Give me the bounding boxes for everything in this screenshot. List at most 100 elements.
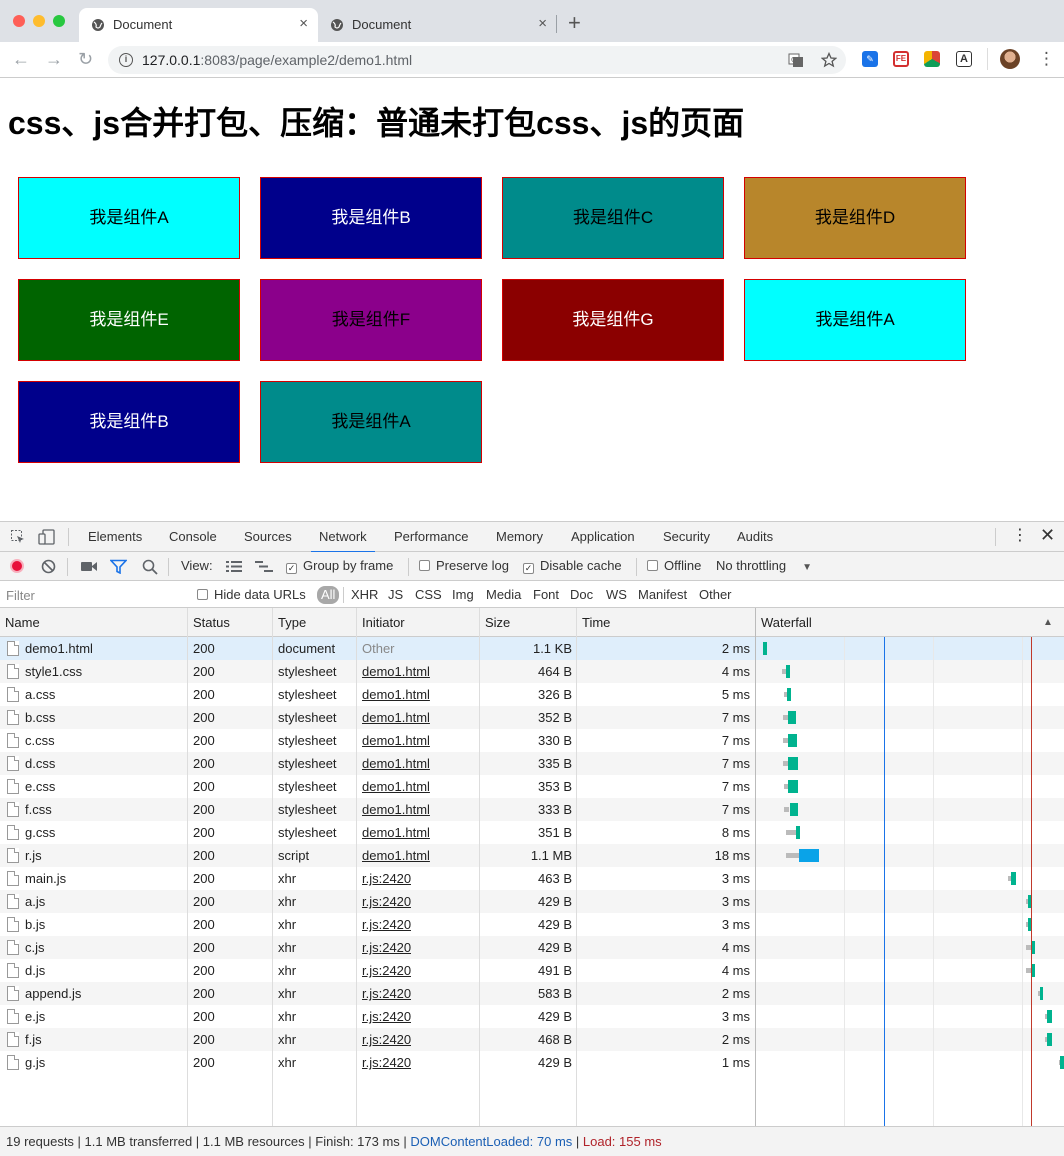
- checkbox[interactable]: ✓: [286, 563, 297, 574]
- table-row[interactable]: e.css 200 stylesheet demo1.html 353 B 7 ms: [0, 775, 1064, 798]
- record-button[interactable]: [10, 559, 24, 573]
- translate-icon[interactable]: G: [788, 52, 804, 68]
- table-row[interactable]: f.js 200 xhr r.js:2420 468 B 2 ms: [0, 1028, 1064, 1051]
- tab-sources[interactable]: Sources: [244, 522, 292, 552]
- request-name[interactable]: demo1.html: [25, 637, 185, 660]
- request-name[interactable]: b.css: [25, 706, 185, 729]
- request-initiator[interactable]: demo1.html: [362, 660, 430, 683]
- device-toolbar-icon[interactable]: [38, 529, 56, 545]
- waterfall-bar[interactable]: [1047, 1010, 1052, 1023]
- waterfall-bar[interactable]: [788, 734, 797, 747]
- column-status[interactable]: Status: [193, 608, 230, 637]
- tab-application[interactable]: Application: [571, 522, 635, 552]
- request-initiator[interactable]: r.js:2420: [362, 1028, 411, 1051]
- request-name[interactable]: f.js: [25, 1028, 185, 1051]
- waterfall-bar[interactable]: [1011, 872, 1016, 885]
- list-view-icon[interactable]: [226, 560, 242, 573]
- filter-type-doc[interactable]: Doc: [570, 587, 593, 603]
- request-initiator[interactable]: demo1.html: [362, 706, 430, 729]
- filter-input[interactable]: [4, 585, 184, 605]
- checkbox[interactable]: [647, 560, 658, 571]
- request-initiator[interactable]: r.js:2420: [362, 959, 411, 982]
- close-devtools-icon[interactable]: ✕: [1040, 526, 1055, 544]
- waterfall-bar[interactable]: [786, 665, 790, 678]
- request-name[interactable]: b.js: [25, 913, 185, 936]
- request-initiator[interactable]: r.js:2420: [362, 890, 411, 913]
- request-name[interactable]: append.js: [25, 982, 185, 1005]
- request-initiator[interactable]: r.js:2420: [362, 936, 411, 959]
- request-name[interactable]: a.css: [25, 683, 185, 706]
- table-row[interactable]: a.js 200 xhr r.js:2420 429 B 3 ms: [0, 890, 1064, 913]
- column-waterfall[interactable]: Waterfall: [761, 608, 812, 637]
- request-initiator[interactable]: demo1.html: [362, 798, 430, 821]
- waterfall-bar[interactable]: [763, 642, 767, 655]
- star-icon[interactable]: [821, 52, 837, 68]
- table-row[interactable]: d.css 200 stylesheet demo1.html 335 B 7 ms: [0, 752, 1064, 775]
- waterfall-bar[interactable]: [787, 688, 791, 701]
- table-row[interactable]: g.js 200 xhr r.js:2420 429 B 1 ms: [0, 1051, 1064, 1074]
- filter-icon[interactable]: [110, 559, 127, 574]
- browser-tab-2[interactable]: Document ×: [318, 8, 557, 42]
- request-name[interactable]: e.js: [25, 1005, 185, 1028]
- browser-tab-1[interactable]: Document ×: [79, 8, 318, 42]
- column-time[interactable]: Time: [582, 608, 610, 637]
- filter-type-other[interactable]: Other: [699, 587, 732, 603]
- column-name[interactable]: Name: [5, 608, 40, 637]
- zoom-window-button[interactable]: [53, 15, 65, 27]
- column-size[interactable]: Size: [485, 608, 510, 637]
- new-tab-button[interactable]: +: [568, 12, 581, 34]
- browser-menu-button[interactable]: ⋮: [1038, 50, 1055, 68]
- request-name[interactable]: r.js: [25, 844, 185, 867]
- video-camera-icon[interactable]: [81, 560, 98, 573]
- tab-memory[interactable]: Memory: [496, 522, 543, 552]
- inspect-icon[interactable]: [10, 529, 26, 545]
- checkbox[interactable]: [197, 589, 208, 600]
- request-initiator[interactable]: demo1.html: [362, 844, 430, 867]
- request-name[interactable]: a.js: [25, 890, 185, 913]
- filter-type-img[interactable]: Img: [452, 587, 474, 603]
- waterfall-bar[interactable]: [788, 780, 798, 793]
- request-name[interactable]: g.css: [25, 821, 185, 844]
- filter-type-ws[interactable]: WS: [606, 587, 627, 603]
- table-row[interactable]: style1.css 200 stylesheet demo1.html 464 B 4 …: [0, 660, 1064, 683]
- request-initiator[interactable]: demo1.html: [362, 729, 430, 752]
- request-initiator[interactable]: demo1.html: [362, 752, 430, 775]
- table-row[interactable]: d.js 200 xhr r.js:2420 491 B 4 ms: [0, 959, 1064, 982]
- request-initiator[interactable]: r.js:2420: [362, 1005, 411, 1028]
- tab-console[interactable]: Console: [169, 522, 217, 552]
- tab-elements[interactable]: Elements: [88, 522, 142, 552]
- waterfall-bar[interactable]: [788, 757, 798, 770]
- table-row[interactable]: g.css 200 stylesheet demo1.html 351 B 8 ms: [0, 821, 1064, 844]
- column-type[interactable]: Type: [278, 608, 306, 637]
- request-initiator[interactable]: demo1.html: [362, 775, 430, 798]
- request-name[interactable]: style1.css: [25, 660, 185, 683]
- chrome-ext-icon[interactable]: [924, 51, 940, 67]
- url-text[interactable]: 127.0.0.1:8083/page/example2/demo1.html: [142, 52, 412, 68]
- filter-type-js[interactable]: JS: [388, 587, 403, 603]
- devtools-menu-icon[interactable]: ⋮: [1012, 528, 1028, 544]
- search-icon[interactable]: [142, 559, 158, 575]
- checkbox[interactable]: ✓: [523, 563, 534, 574]
- filter-type-all[interactable]: All: [317, 586, 340, 604]
- disable-cache-checkbox[interactable]: ✓ Disable cache: [523, 558, 622, 574]
- offline-checkbox[interactable]: Offline: [647, 558, 701, 574]
- tab-performance[interactable]: Performance: [394, 522, 468, 552]
- clear-icon[interactable]: [41, 559, 56, 574]
- filter-type-media[interactable]: Media: [486, 587, 521, 603]
- reload-button[interactable]: ↻: [78, 49, 93, 69]
- tab-security[interactable]: Security: [663, 522, 710, 552]
- waterfall-bar[interactable]: [788, 711, 796, 724]
- filter-type-xhr[interactable]: XHR: [351, 587, 378, 603]
- request-name[interactable]: d.js: [25, 959, 185, 982]
- forward-button[interactable]: →: [45, 49, 63, 69]
- overview-icon[interactable]: [255, 560, 273, 573]
- close-window-button[interactable]: [13, 15, 25, 27]
- tab-network[interactable]: Network: [311, 522, 375, 553]
- table-row[interactable]: b.css 200 stylesheet demo1.html 352 B 7 ms: [0, 706, 1064, 729]
- table-row[interactable]: b.js 200 xhr r.js:2420 429 B 3 ms: [0, 913, 1064, 936]
- request-initiator[interactable]: r.js:2420: [362, 913, 411, 936]
- table-row[interactable]: r.js 200 script demo1.html 1.1 MB 18 ms: [0, 844, 1064, 867]
- table-row[interactable]: a.css 200 stylesheet demo1.html 326 B 5 ms: [0, 683, 1064, 706]
- minimize-window-button[interactable]: [33, 15, 45, 27]
- waterfall-bar[interactable]: [1060, 1056, 1064, 1069]
